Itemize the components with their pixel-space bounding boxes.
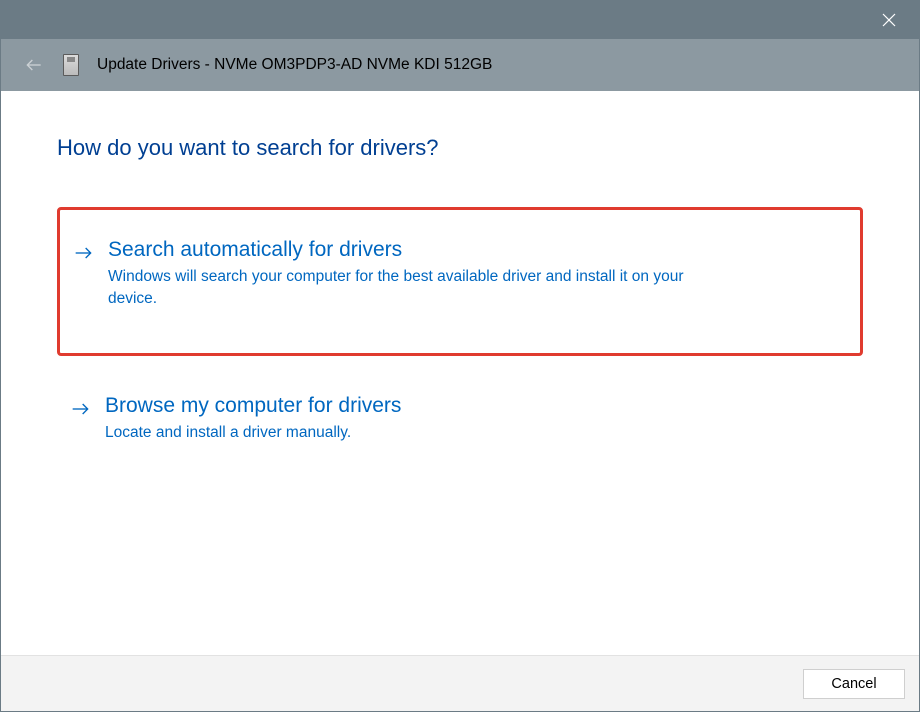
arrow-left-icon	[24, 55, 44, 75]
option-description: Windows will search your computer for th…	[108, 266, 728, 311]
cancel-button[interactable]: Cancel	[803, 669, 905, 699]
close-icon	[882, 13, 896, 27]
option-title: Search automatically for drivers	[108, 238, 840, 262]
back-button[interactable]	[23, 54, 45, 76]
disk-drive-icon	[63, 54, 79, 76]
arrow-right-icon	[74, 244, 94, 267]
titlebar-top	[1, 1, 919, 39]
content-area: How do you want to search for drivers? S…	[1, 91, 919, 655]
option-browse-computer[interactable]: Browse my computer for drivers Locate an…	[57, 380, 863, 462]
option-search-automatically[interactable]: Search automatically for drivers Windows…	[57, 207, 863, 356]
option-text: Search automatically for drivers Windows…	[108, 238, 840, 311]
titlebar-sub: Update Drivers - NVMe OM3PDP3-AD NVMe KD…	[1, 39, 919, 91]
option-text: Browse my computer for drivers Locate an…	[105, 394, 843, 444]
update-drivers-window: Update Drivers - NVMe OM3PDP3-AD NVMe KD…	[0, 0, 920, 712]
footer: Cancel	[1, 655, 919, 711]
page-heading: How do you want to search for drivers?	[57, 135, 863, 161]
option-title: Browse my computer for drivers	[105, 394, 843, 418]
arrow-right-icon	[71, 400, 91, 423]
cancel-label: Cancel	[831, 676, 876, 692]
window-title: Update Drivers - NVMe OM3PDP3-AD NVMe KD…	[97, 56, 492, 74]
close-button[interactable]	[871, 2, 907, 38]
option-description: Locate and install a driver manually.	[105, 422, 725, 444]
